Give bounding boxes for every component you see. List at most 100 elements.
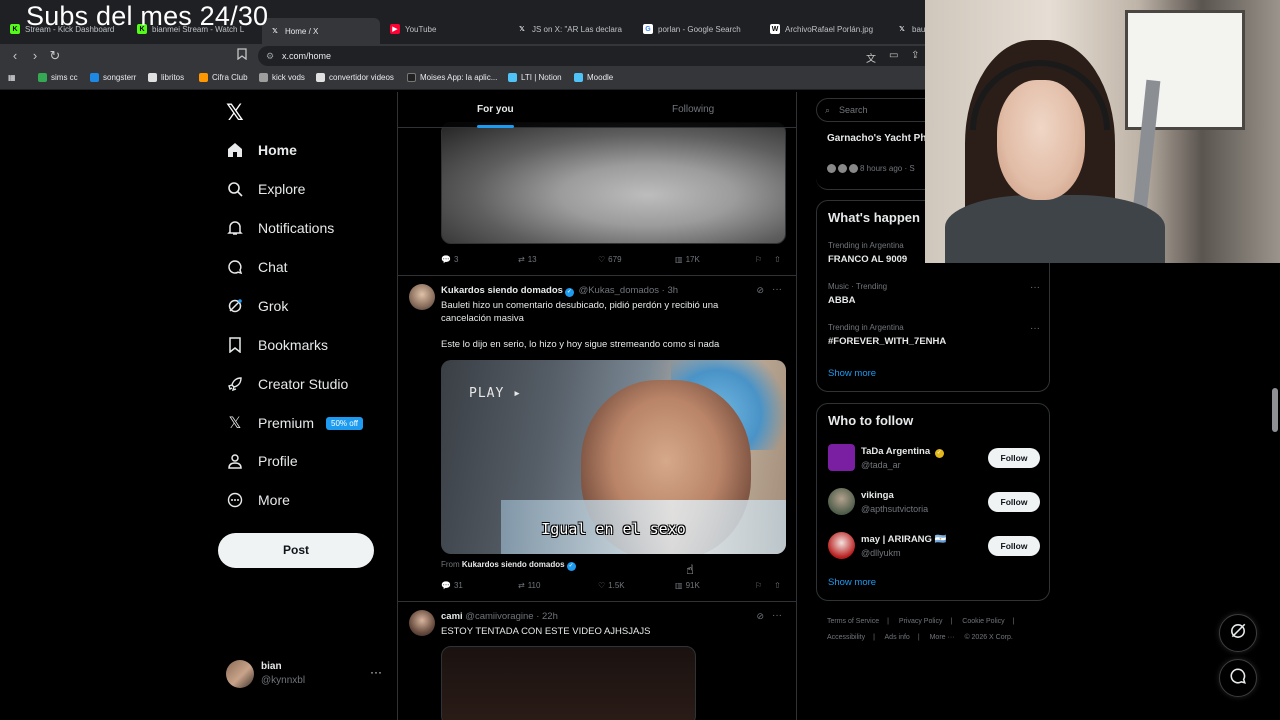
more-dots-icon[interactable]: ··· xyxy=(1030,323,1040,334)
avatar[interactable] xyxy=(409,284,435,310)
tab-wikimedia-file[interactable]: W ArchivoRafael Porlán.jpg xyxy=(770,20,888,38)
trend-item[interactable]: Trending in Argentina #FOREVER_WITH_7ENH… xyxy=(828,323,1040,347)
bookmark-notion[interactable]: LTI | Notion xyxy=(508,73,562,82)
bookmark-icon[interactable]: ⚐ xyxy=(755,581,762,590)
tab-x-home[interactable]: 𝕏 Home / X xyxy=(262,18,380,44)
cast-icon[interactable]: ▭ xyxy=(889,50,898,61)
like-button[interactable]: ♡ 679 xyxy=(598,255,622,264)
site-settings-icon[interactable]: ⚙ xyxy=(266,46,274,66)
footer-link-ads-info[interactable]: Ads info xyxy=(885,634,910,641)
tab-bau[interactable]: 𝕏bau xyxy=(897,20,925,38)
kick-icon: K xyxy=(10,24,20,34)
scrollbar-thumb[interactable] xyxy=(1272,388,1278,432)
share-icon[interactable]: ⇧ xyxy=(774,255,781,264)
bookmark-moises[interactable]: Moises App: la aplic... xyxy=(407,73,497,82)
follow-button[interactable]: Follow xyxy=(988,492,1040,512)
grok-icon[interactable]: ⊘ xyxy=(756,285,764,296)
show-more-link[interactable]: Show more xyxy=(828,368,876,379)
avatar[interactable] xyxy=(409,610,435,636)
tweet-video[interactable] xyxy=(441,646,696,720)
webcam-person-body xyxy=(945,195,1165,263)
footer-link-accessibility[interactable]: Accessibility xyxy=(827,634,865,641)
reply-button[interactable]: 💬 31 xyxy=(441,581,463,590)
tab-following[interactable]: Following xyxy=(672,104,714,115)
tab-youtube[interactable]: ▶ YouTube xyxy=(390,20,508,38)
repost-button[interactable]: ⇄ 110 xyxy=(518,581,540,590)
grok-icon[interactable]: ⊘ xyxy=(756,611,764,622)
tweet-author-name[interactable]: Kukardos siendo domados xyxy=(441,285,563,296)
post-button[interactable]: Post xyxy=(218,533,374,568)
views-button[interactable]: ▥ 91K xyxy=(675,581,700,590)
bookmark-convertidor[interactable]: convertidor videos xyxy=(316,73,394,82)
views-button[interactable]: ▥ 17K xyxy=(675,255,700,264)
scrollbar[interactable] xyxy=(1270,92,1280,720)
video-source-account[interactable]: Kukardos siendo domados xyxy=(462,560,565,569)
footer-link-terms[interactable]: Terms of Service xyxy=(827,618,879,625)
x-logo-icon[interactable]: 𝕏 xyxy=(226,100,244,126)
forward-arrow-icon[interactable]: › xyxy=(27,48,43,64)
share-icon[interactable]: ⇪ xyxy=(911,50,919,61)
chat-icon xyxy=(1229,667,1247,690)
follow-suggestion[interactable]: may | ARIRANG 🇦🇷 @dllyukm Follow xyxy=(828,532,1040,562)
footer-link-more[interactable]: More ··· xyxy=(930,634,955,641)
tweet-time[interactable]: · 3h xyxy=(662,285,678,296)
chat-icon xyxy=(226,258,244,276)
verified-badge-icon: ✓ xyxy=(564,288,574,297)
nav-grok[interactable]: Grok xyxy=(226,297,288,315)
bookmark-kick-vods[interactable]: kick vods xyxy=(259,73,305,82)
repost-button[interactable]: ⇄ 13 xyxy=(518,255,537,264)
tweet-time[interactable]: · 22h xyxy=(536,611,558,622)
bookmark-icon[interactable]: ⚐ xyxy=(755,255,762,264)
more-dots-icon[interactable]: ··· xyxy=(772,610,782,621)
bookmark-songsterr[interactable]: songsterr xyxy=(90,73,136,82)
reload-icon[interactable]: ↻ xyxy=(47,48,63,64)
follow-suggestion[interactable]: TaDa Argentina ✓ @tada_ar Follow xyxy=(828,444,1040,474)
show-more-link[interactable]: Show more xyxy=(828,577,876,588)
google-icon: G xyxy=(643,24,653,34)
messages-floating-button[interactable] xyxy=(1219,659,1257,697)
back-arrow-icon[interactable]: ‹ xyxy=(7,48,23,64)
footer-link-privacy[interactable]: Privacy Policy xyxy=(899,618,943,625)
grok-floating-button[interactable] xyxy=(1219,614,1257,652)
rocket-icon xyxy=(226,375,244,393)
translate-icon[interactable]: 文 xyxy=(866,50,876,65)
nav-creator-studio[interactable]: Creator Studio xyxy=(226,375,348,393)
nav-home[interactable]: Home xyxy=(226,141,297,159)
nav-notifications[interactable]: Notifications xyxy=(226,219,334,237)
nav-more[interactable]: More xyxy=(226,491,290,509)
apps-grid-icon[interactable]: ▦ xyxy=(8,73,16,82)
like-button[interactable]: ♡ 1.5K xyxy=(598,581,625,590)
nav-explore[interactable]: Explore xyxy=(226,180,305,198)
tweet-author-handle[interactable]: @Kukas_domados xyxy=(579,285,659,296)
bookmark-sims-cc[interactable]: sims cc xyxy=(38,73,78,82)
tweet-author-name[interactable]: cami xyxy=(441,611,463,622)
nav-chat[interactable]: Chat xyxy=(226,258,288,276)
footer-link-cookies[interactable]: Cookie Policy xyxy=(962,618,1004,625)
more-dots-icon[interactable]: ··· xyxy=(1030,282,1040,293)
nav-premium[interactable]: 𝕏 Premium 50% off xyxy=(226,414,363,432)
bookmark-icon xyxy=(226,336,244,354)
bookmark-cifra-club[interactable]: Cifra Club xyxy=(199,73,248,82)
reply-button[interactable]: 💬 3 xyxy=(441,255,458,264)
bookmark-libritos[interactable]: libritos xyxy=(148,73,184,82)
tab-for-you[interactable]: For you xyxy=(477,104,514,128)
tweet-author-handle[interactable]: @camiivoragine xyxy=(465,611,533,622)
tab-google-search[interactable]: Gporlan - Google Search xyxy=(643,20,761,38)
trend-item[interactable]: Music · Trending ABBA ··· xyxy=(828,282,1040,306)
follow-button[interactable]: Follow xyxy=(988,536,1040,556)
tweet-video[interactable]: PLAY ▸ Igual en el sexo xyxy=(441,360,786,554)
share-icon[interactable]: ⇧ xyxy=(774,581,781,590)
url-field[interactable]: ⚙ x.com/home xyxy=(258,46,938,66)
nav-profile[interactable]: Profile xyxy=(226,452,298,470)
follow-suggestion[interactable]: vikinga @apthsutvictoria Follow xyxy=(828,488,1040,518)
more-dots-icon[interactable]: ··· xyxy=(772,284,782,295)
bookmark-star-icon[interactable] xyxy=(234,48,250,64)
tweet-text: ESTOY TENTADA CON ESTE VIDEO AJHSJAJS xyxy=(441,626,651,637)
nav-bookmarks[interactable]: Bookmarks xyxy=(226,336,328,354)
tweet-image-tattoo[interactable] xyxy=(441,122,786,244)
follow-button[interactable]: Follow xyxy=(988,448,1040,468)
tab-js-on-x[interactable]: 𝕏 JS on X: "AR Las declara xyxy=(517,20,635,38)
bookmark-moodle[interactable]: Moodle xyxy=(574,73,613,82)
more-dots-icon[interactable]: ··· xyxy=(370,665,382,679)
account-switcher[interactable]: bian @kynnxbl ··· xyxy=(226,660,386,690)
